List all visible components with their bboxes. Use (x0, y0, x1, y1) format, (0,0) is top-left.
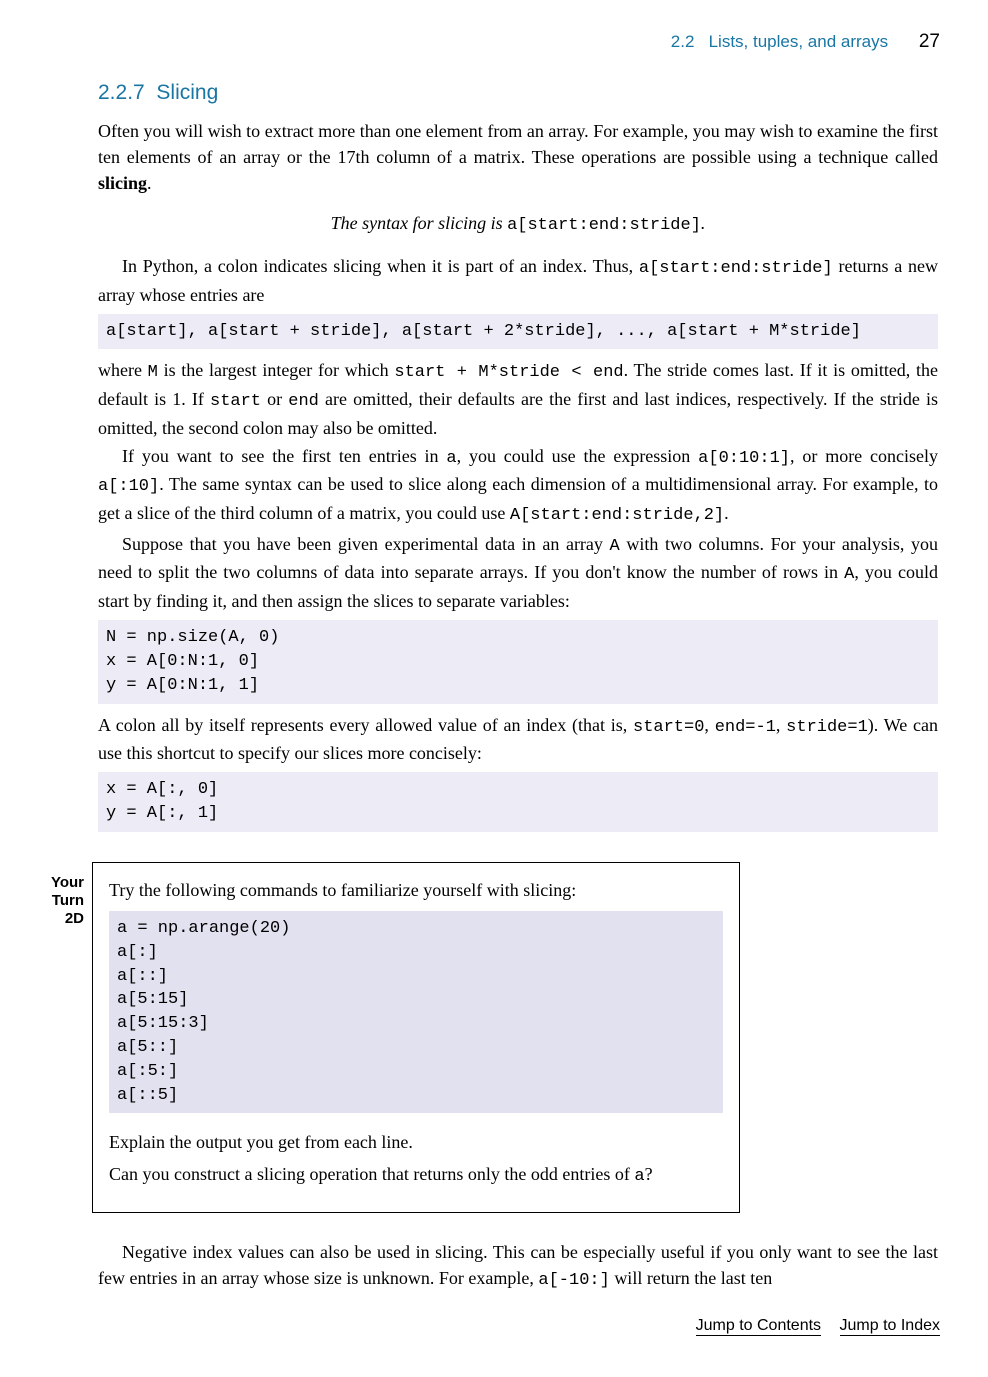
inline-code: end (288, 392, 319, 411)
para-negative: Negative index values can also be used i… (98, 1239, 938, 1294)
header-section: 2.2 Lists, tuples, and arrays (671, 32, 888, 51)
jump-to-index-link[interactable]: Jump to Index (840, 1317, 941, 1336)
para-colon-alone: A colon all by itself represents every a… (98, 712, 938, 767)
inline-code: start + M*stride < end (394, 363, 623, 382)
para-experimental: Suppose that you have been given experim… (98, 531, 938, 614)
inline-code: a (634, 1167, 644, 1186)
para-first-ten: If you want to see the first ten entries… (98, 443, 938, 529)
jump-to-contents-link[interactable]: Jump to Contents (696, 1317, 821, 1336)
code-block-concise: x = A[:, 0] y = A[:, 1] (98, 772, 938, 832)
code-block-split: N = np.size(A, 0) x = A[0:N:1, 0] y = A[… (98, 620, 938, 703)
inline-code: a[-10:] (538, 1271, 609, 1290)
body-content-after: Negative index values can also be used i… (98, 1239, 938, 1294)
syntax-code: a[start:end:stride] (507, 216, 701, 235)
inline-code: a[start:end:stride] (639, 259, 833, 278)
page-header: 2.2 Lists, tuples, and arrays 27 (48, 28, 940, 56)
inline-code: end=-1 (715, 718, 776, 737)
your-turn-q1: Explain the output you get from each lin… (109, 1129, 723, 1155)
para-m: where M is the largest integer for which… (98, 357, 938, 440)
syntax-line: The syntax for slicing is a[start:end:st… (98, 210, 938, 239)
your-turn-code: a = np.arange(20) a[:] a[::] a[5:15] a[5… (109, 911, 723, 1113)
your-turn-label: Your Turn 2D (42, 862, 92, 1213)
inline-code: a[:10] (98, 477, 159, 496)
inline-code: a[0:10:1] (698, 449, 790, 468)
your-turn-box: Try the following commands to familiariz… (92, 862, 740, 1213)
page-footer: Jump to Contents Jump to Index (48, 1314, 940, 1337)
para-colon: In Python, a colon indicates slicing whe… (98, 253, 938, 308)
inline-code: start (210, 392, 261, 411)
inline-code: A (844, 565, 854, 584)
inline-code: M (148, 363, 158, 382)
your-turn-intro: Try the following commands to familiariz… (109, 877, 723, 903)
inline-code: A[start:end:stride,2] (510, 506, 724, 525)
your-turn-section: Your Turn 2D Try the following commands … (42, 862, 740, 1213)
subsection-heading: 2.2.7 Slicing (98, 78, 940, 108)
para-intro: Often you will wish to extract more than… (98, 118, 938, 196)
body-content: Often you will wish to extract more than… (98, 118, 938, 832)
header-page-number: 27 (919, 31, 940, 52)
inline-code: a (446, 449, 456, 468)
inline-code: start=0 (633, 718, 704, 737)
code-block-entries: a[start], a[start + stride], a[start + 2… (98, 314, 938, 350)
inline-code: A (610, 537, 620, 556)
inline-code: stride=1 (786, 718, 868, 737)
